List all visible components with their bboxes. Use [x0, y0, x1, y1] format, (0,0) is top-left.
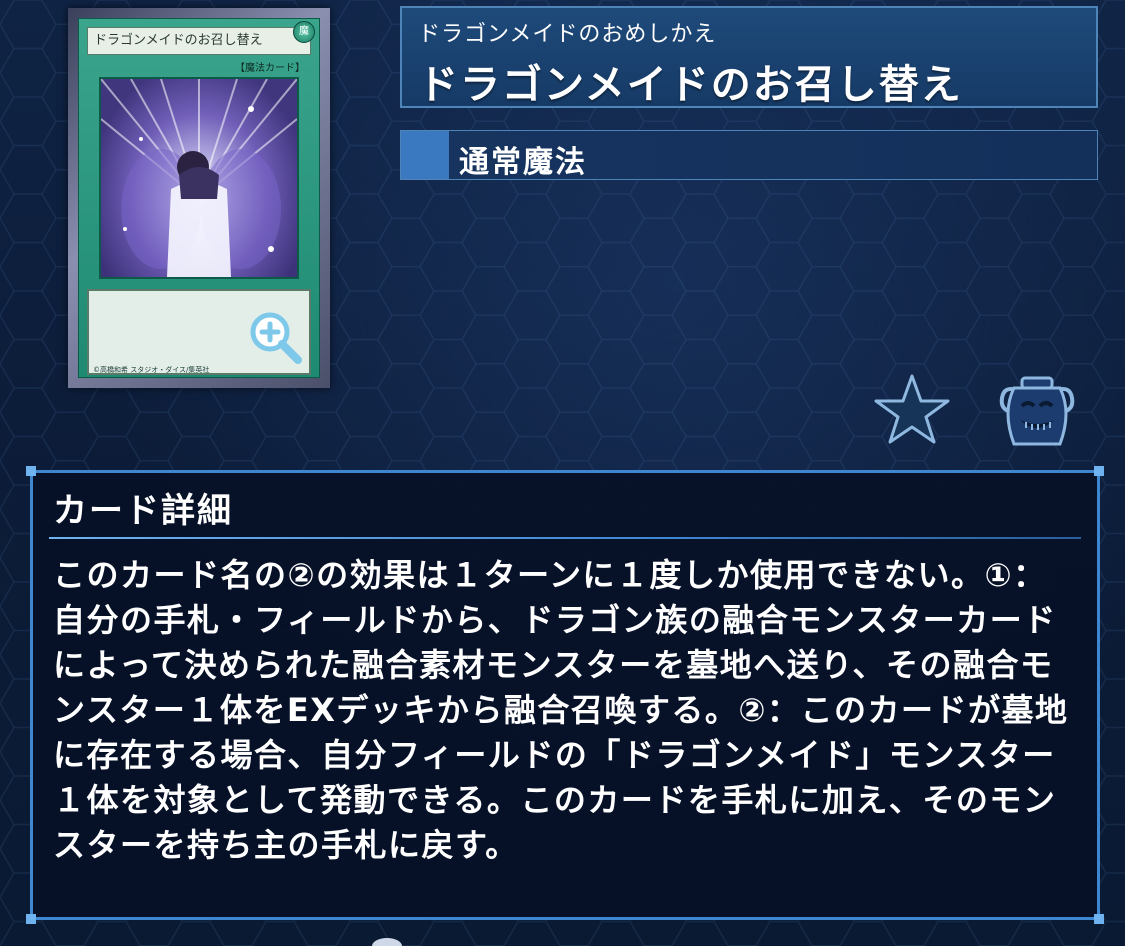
card-detail-box: カード詳細 このカード名の②の効果は１ターンに１度しか使用できない。①：自分の手… [26, 466, 1104, 924]
zoom-in-icon[interactable] [246, 308, 304, 366]
card-artwork [99, 77, 299, 279]
star-icon[interactable] [872, 372, 952, 446]
card-copyright: ©高橋和希 スタジオ・ダイス/集英社 [93, 366, 210, 374]
pot-of-greed-icon[interactable] [994, 372, 1080, 452]
frame-corner [1094, 914, 1104, 924]
card-name-panel: ドラゴンメイドのおめしかえ ドラゴンメイドのお召し替え [400, 6, 1098, 108]
spell-attribute-icon: 魔 [293, 21, 315, 43]
frame-corner [1094, 466, 1104, 476]
card-type-bracket: 【魔法カード】 [235, 63, 305, 74]
card-type-panel: 通常魔法 [400, 130, 1098, 180]
card-detail-heading: カード詳細 [53, 491, 233, 531]
divider [49, 537, 1081, 539]
card-type-label: 通常魔法 [459, 145, 587, 180]
card-type-marker [401, 131, 449, 179]
frame-corner [26, 914, 36, 924]
card-effect-text: このカード名の②の効果は１ターンに１度しか使用できない。①：自分の手札・フィール… [53, 556, 1069, 864]
card-name-reading: ドラゴンメイドのおめしかえ [418, 22, 717, 47]
card-name-title: ドラゴンメイドのお召し替え [418, 62, 963, 108]
card-image[interactable]: ドラゴンメイドのお召し替え 魔 【魔法カード】 ©高橋和希 スタジオ・ダイス/集… [68, 8, 330, 388]
frame-corner [26, 466, 36, 476]
card-name-bar: ドラゴンメイドのお召し替え [87, 27, 311, 55]
